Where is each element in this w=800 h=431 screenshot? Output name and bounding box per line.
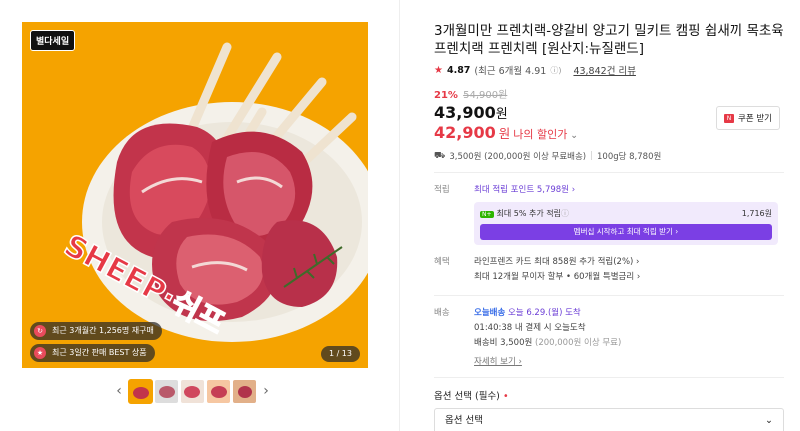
membership-button[interactable]: 멤버십 시작하고 최대 적립 받기 › <box>480 224 772 240</box>
option-label: 옵션 선택 (필수) • <box>434 391 509 402</box>
discount-row: 21% 54,900원 <box>434 86 784 101</box>
thumbnail-4[interactable] <box>207 379 230 403</box>
thumbnail-5[interactable] <box>233 379 256 403</box>
my-price-value: 42,900 <box>434 123 496 142</box>
rating-recent: (최근 6개월 4.91 <box>474 66 547 77</box>
required-mark: • <box>502 391 509 402</box>
truck-icon: ⛟ <box>434 150 446 161</box>
card-benefit-link[interactable]: 라인프렌즈 카드 최대 858원 추가 적립(2%) › <box>474 255 784 270</box>
unit-price-text: 100g당 8,780원 <box>597 152 662 162</box>
delivery-label: 배송 <box>434 308 450 318</box>
reorder-icon: ↻ <box>34 325 46 337</box>
best-badge: ★ 최근 3일간 판매 BEST 상품 <box>30 344 155 362</box>
lamb-chops-illustration: SHEEP·쉬프 <box>22 22 368 368</box>
coupon-icon: N <box>724 113 734 123</box>
discount-percent: 21% <box>434 90 458 101</box>
thumbnail-1[interactable] <box>128 378 153 404</box>
extra-points-amount: 1,716원 <box>741 209 772 218</box>
delivery-fee: 배송비 3,500원 <box>474 338 533 348</box>
shipping-fee-text: 3,500원 (200,000원 이상 무료배송) <box>449 152 587 162</box>
delivery-details-link[interactable]: 자세히 보기 › <box>474 355 522 367</box>
prev-image-arrow[interactable]: ‹ <box>112 383 126 399</box>
seller-logo: 별다세일 <box>30 30 76 51</box>
option-select-value: 옵션 선택 <box>445 415 483 426</box>
npay-icon: N+ <box>480 211 494 218</box>
delivery-fee-row: 배송비 3,500원 (200,000원 이상 무료) <box>474 336 784 351</box>
reorder-badge: ↻ 최근 3개월간 1,256명 재구매 <box>30 322 162 340</box>
info-icon[interactable]: ⓘ) <box>550 65 561 76</box>
membership-box: N+ 최대 5% 추가 적립ⓘ 1,716원 멤버십 시작하고 최대 적립 받기 … <box>474 202 778 245</box>
product-title: 3개월미만 프렌치랙-양갈비 양고기 밀키트 캠핑 쉽새끼 목초육 프렌치랙 프… <box>434 23 784 57</box>
delivery-fee-note: (200,000원 이상 무료) <box>535 338 622 348</box>
divider <box>434 172 784 173</box>
rating-row: ★ 4.87 (최근 6개월 4.91 ⓘ) 43,842건 리뷰 <box>434 63 784 78</box>
sale-price-unit: 원 <box>495 107 508 122</box>
coupon-label: 쿠폰 받기 <box>738 114 772 124</box>
arrival-date: 오늘 6.29.(월) 도착 <box>507 308 581 318</box>
divider <box>434 377 784 378</box>
product-page: SHEEP·쉬프 별다세일 ↻ 최근 3개월간 1,256명 재구매 ★ 최근 … <box>0 0 800 431</box>
my-price-label: 나의 할인가 <box>513 128 568 141</box>
gallery-panel: SHEEP·쉬프 별다세일 ↻ 최근 3개월간 1,256명 재구매 ★ 최근 … <box>0 0 400 431</box>
benefits-section: 혜택 라인프렌즈 카드 최대 858원 추가 적립(2%) › 최대 12개월 … <box>434 255 784 285</box>
thumbnail-strip: ‹ › <box>112 378 273 404</box>
option-select[interactable]: 옵션 선택 ⌄ <box>434 408 784 431</box>
delivery-section: 배송 오늘배송 오늘 6.29.(월) 도착 01:40:38 내 결제 시 오… <box>434 306 784 367</box>
today-delivery-tag: 오늘배송 <box>474 308 506 318</box>
image-counter: 1 / 13 <box>320 346 360 362</box>
thumbnail-3[interactable] <box>181 379 204 403</box>
review-count-link[interactable]: 43,842건 리뷰 <box>573 63 635 77</box>
product-info-panel: 3개월미만 프렌치랙-양갈비 양고기 밀키트 캠핑 쉽새끼 목초육 프렌치랙 프… <box>434 22 784 431</box>
max-points-link[interactable]: 최대 적립 포인트 5,798원 › <box>474 183 784 195</box>
my-price-unit: 원 <box>498 126 511 141</box>
divider <box>434 295 784 296</box>
delivery-cutoff: 01:40:38 내 결제 시 오늘도착 <box>474 323 586 333</box>
extra-points-label: N+ 최대 5% 추가 적립ⓘ <box>480 209 569 218</box>
points-label: 적립 <box>434 185 450 195</box>
shipping-summary: ⛟ 3,500원 (200,000원 이상 무료배송) | 100g당 8,78… <box>434 150 662 163</box>
reorder-badge-text: 최근 3개월간 1,256명 재구매 <box>52 326 154 335</box>
chevron-down-icon: ⌄ <box>765 415 773 426</box>
rating-value: 4.87 <box>446 64 471 76</box>
star-icon: ★ <box>434 64 443 76</box>
sale-price-value: 43,900 <box>434 103 496 122</box>
installment-benefit-link[interactable]: 최대 12개월 무이자 할부 • 60개월 특별금리 › <box>474 270 784 285</box>
main-product-image[interactable]: SHEEP·쉬프 별다세일 ↻ 최근 3개월간 1,256명 재구매 ★ 최근 … <box>22 22 368 368</box>
thumbnail-2[interactable] <box>155 379 178 403</box>
coupon-button[interactable]: N 쿠폰 받기 <box>716 106 780 130</box>
best-badge-text: 최근 3일간 판매 BEST 상품 <box>52 348 147 357</box>
trophy-icon: ★ <box>34 347 46 359</box>
original-price: 54,900원 <box>463 90 508 101</box>
today-delivery-row: 오늘배송 오늘 6.29.(월) 도착 <box>474 306 784 321</box>
chevron-down-icon: ⌄ <box>570 131 578 141</box>
benefits-label: 혜택 <box>434 257 450 267</box>
next-image-arrow[interactable]: › <box>259 383 273 399</box>
points-section: 적립 최대 적립 포인트 5,798원 › N+ 최대 5% 추가 적립ⓘ 1,7… <box>434 183 784 245</box>
